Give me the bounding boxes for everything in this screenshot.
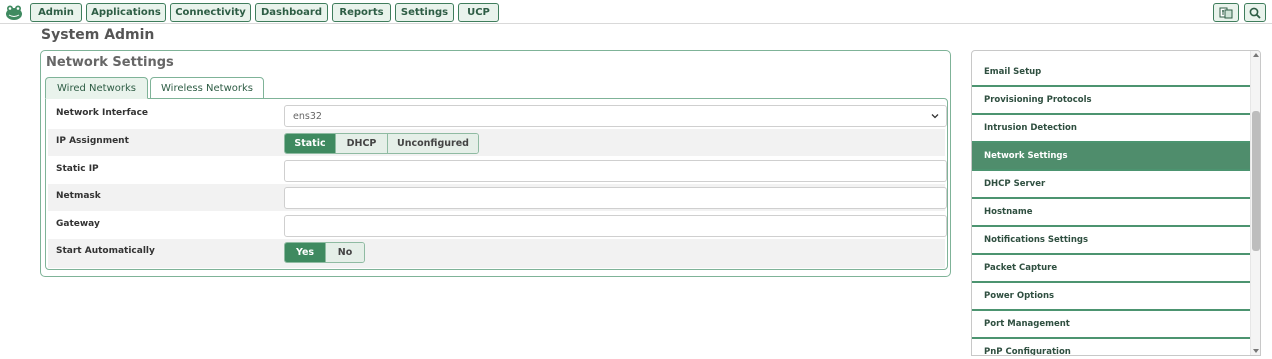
static-ip-input[interactable] — [284, 160, 947, 182]
gateway-input[interactable] — [284, 215, 947, 237]
sidebar-scroll-thumb[interactable] — [1252, 111, 1260, 251]
sidebar-item-packet-capture[interactable]: Packet Capture — [972, 255, 1250, 283]
search-button[interactable] — [1244, 3, 1266, 22]
netmask-input[interactable] — [284, 187, 947, 209]
frog-logo-icon[interactable] — [5, 3, 23, 21]
wired-networks-form: Network Interface ens32 IP Assignment St… — [45, 98, 948, 270]
sidebar-scrollbar[interactable] — [1250, 51, 1260, 355]
network-interface-value: ens32 — [293, 110, 322, 122]
start-automatically-toggle: Yes No — [284, 242, 365, 263]
settings-sidebar: Email Setup Provisioning Protocols Intru… — [971, 50, 1261, 356]
search-icon — [1249, 7, 1261, 19]
sidebar-item-hostname[interactable]: Hostname — [972, 199, 1250, 227]
network-settings-panel: Network Settings Wired Networks Wireless… — [40, 50, 951, 277]
language-icon — [1219, 7, 1233, 18]
top-nav: Admin Applications Connectivity Dashboar… — [0, 0, 1272, 24]
chevron-down-icon — [931, 114, 939, 119]
ip-assignment-toggle: Static DHCP Unconfigured — [284, 133, 479, 154]
nav-dashboard[interactable]: Dashboard — [255, 3, 328, 22]
nav-reports[interactable]: Reports — [332, 3, 391, 22]
sidebar-item-power-options[interactable]: Power Options — [972, 283, 1250, 311]
row-start-automatically: Start Automatically Yes No — [48, 239, 945, 268]
start-auto-no-button[interactable]: No — [326, 243, 364, 262]
scroll-up-arrow-icon[interactable] — [1253, 53, 1259, 57]
nav-admin[interactable]: Admin — [30, 3, 82, 22]
sidebar-item-intrusion-detection[interactable]: Intrusion Detection — [972, 115, 1250, 143]
ip-static-button[interactable]: Static — [285, 134, 336, 153]
tab-wired-networks[interactable]: Wired Networks — [45, 77, 148, 99]
nav-settings[interactable]: Settings — [395, 3, 454, 22]
sidebar-item-provisioning-protocols[interactable]: Provisioning Protocols — [972, 87, 1250, 115]
row-static-ip: Static IP — [48, 157, 947, 184]
ip-assignment-label: IP Assignment — [56, 136, 129, 146]
sidebar-item-dhcp-server[interactable]: DHCP Server — [972, 171, 1250, 199]
gateway-label: Gateway — [56, 219, 100, 229]
start-automatically-label: Start Automatically — [56, 246, 155, 256]
sidebar-item-network-settings[interactable]: Network Settings — [972, 143, 1250, 171]
ip-unconfigured-button[interactable]: Unconfigured — [388, 134, 478, 153]
scroll-down-arrow-icon[interactable] — [1253, 349, 1259, 353]
row-gateway: Gateway — [48, 212, 947, 239]
netmask-label: Netmask — [56, 191, 101, 201]
static-ip-label: Static IP — [56, 164, 99, 174]
row-network-interface: Network Interface ens32 — [48, 101, 947, 128]
sidebar-item-notifications-settings[interactable]: Notifications Settings — [972, 227, 1250, 255]
language-button[interactable] — [1213, 3, 1239, 22]
panel-title: Network Settings — [46, 55, 174, 70]
nav-applications[interactable]: Applications — [86, 3, 166, 22]
nav-ucp[interactable]: UCP — [458, 3, 499, 22]
start-auto-yes-button[interactable]: Yes — [285, 243, 326, 262]
row-netmask: Netmask — [48, 184, 947, 211]
sidebar-item-port-management[interactable]: Port Management — [972, 311, 1250, 339]
sidebar-item-email-setup[interactable]: Email Setup — [972, 59, 1250, 87]
network-interface-select[interactable]: ens32 — [284, 105, 947, 127]
network-interface-label: Network Interface — [56, 108, 149, 118]
tab-wireless-networks[interactable]: Wireless Networks — [150, 77, 264, 99]
nav-connectivity[interactable]: Connectivity — [170, 3, 251, 22]
row-ip-assignment: IP Assignment Static DHCP Unconfigured — [48, 129, 945, 156]
sidebar-item-pnp-configuration[interactable]: PnP Configuration — [972, 339, 1250, 355]
ip-dhcp-button[interactable]: DHCP — [336, 134, 388, 153]
page-title: System Admin — [41, 27, 155, 43]
